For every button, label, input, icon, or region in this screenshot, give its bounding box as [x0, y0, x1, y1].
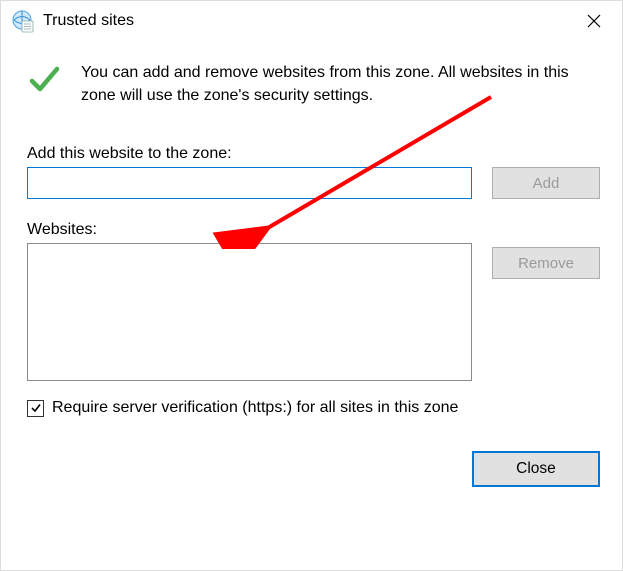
info-row: You can add and remove websites from thi…	[27, 61, 600, 107]
add-button[interactable]: Add	[492, 167, 600, 199]
window-title: Trusted sites	[43, 12, 574, 30]
require-https-row[interactable]: Require server verification (https:) for…	[27, 399, 600, 417]
websites-row: Websites: Remove	[27, 221, 600, 381]
close-button[interactable]: Close	[472, 451, 600, 487]
add-website-input[interactable]	[27, 167, 472, 199]
remove-button[interactable]: Remove	[492, 247, 600, 279]
window-close-button[interactable]	[574, 6, 614, 36]
require-https-label: Require server verification (https:) for…	[52, 399, 458, 417]
websites-label: Websites:	[27, 221, 472, 239]
globe-zone-icon	[11, 9, 35, 33]
dialog-footer: Close	[27, 451, 600, 487]
info-text: You can add and remove websites from thi…	[81, 61, 600, 107]
websites-listbox[interactable]	[27, 243, 472, 381]
add-website-label: Add this website to the zone:	[27, 145, 472, 163]
require-https-checkbox[interactable]	[27, 400, 44, 417]
checkmark-icon	[27, 63, 61, 101]
add-website-row: Add this website to the zone: Add	[27, 145, 600, 199]
titlebar: Trusted sites	[1, 1, 622, 41]
check-icon	[30, 402, 42, 414]
close-icon	[587, 14, 601, 28]
dialog-content: You can add and remove websites from thi…	[1, 41, 622, 505]
